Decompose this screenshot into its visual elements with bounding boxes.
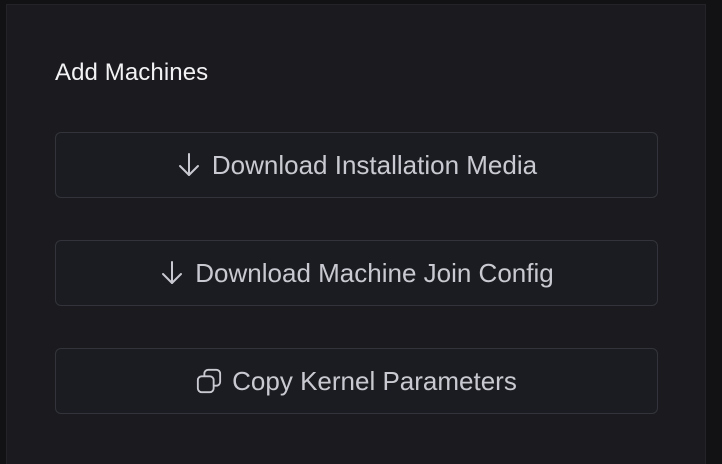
- download-arrow-icon: [159, 260, 185, 286]
- download-installation-media-button[interactable]: Download Installation Media: [55, 132, 658, 198]
- copy-icon: [196, 368, 222, 394]
- download-machine-join-config-button[interactable]: Download Machine Join Config: [55, 240, 658, 306]
- download-installation-media-label: Download Installation Media: [211, 149, 538, 180]
- add-machines-panel: Add Machines Download Installation Media…: [6, 4, 706, 464]
- download-arrow-icon: [176, 152, 202, 178]
- copy-kernel-parameters-label: Copy Kernel Parameters: [232, 365, 517, 396]
- download-machine-join-config-label: Download Machine Join Config: [195, 257, 554, 288]
- section-title: Add Machines: [55, 59, 209, 86]
- copy-kernel-parameters-button[interactable]: Copy Kernel Parameters: [55, 348, 658, 414]
